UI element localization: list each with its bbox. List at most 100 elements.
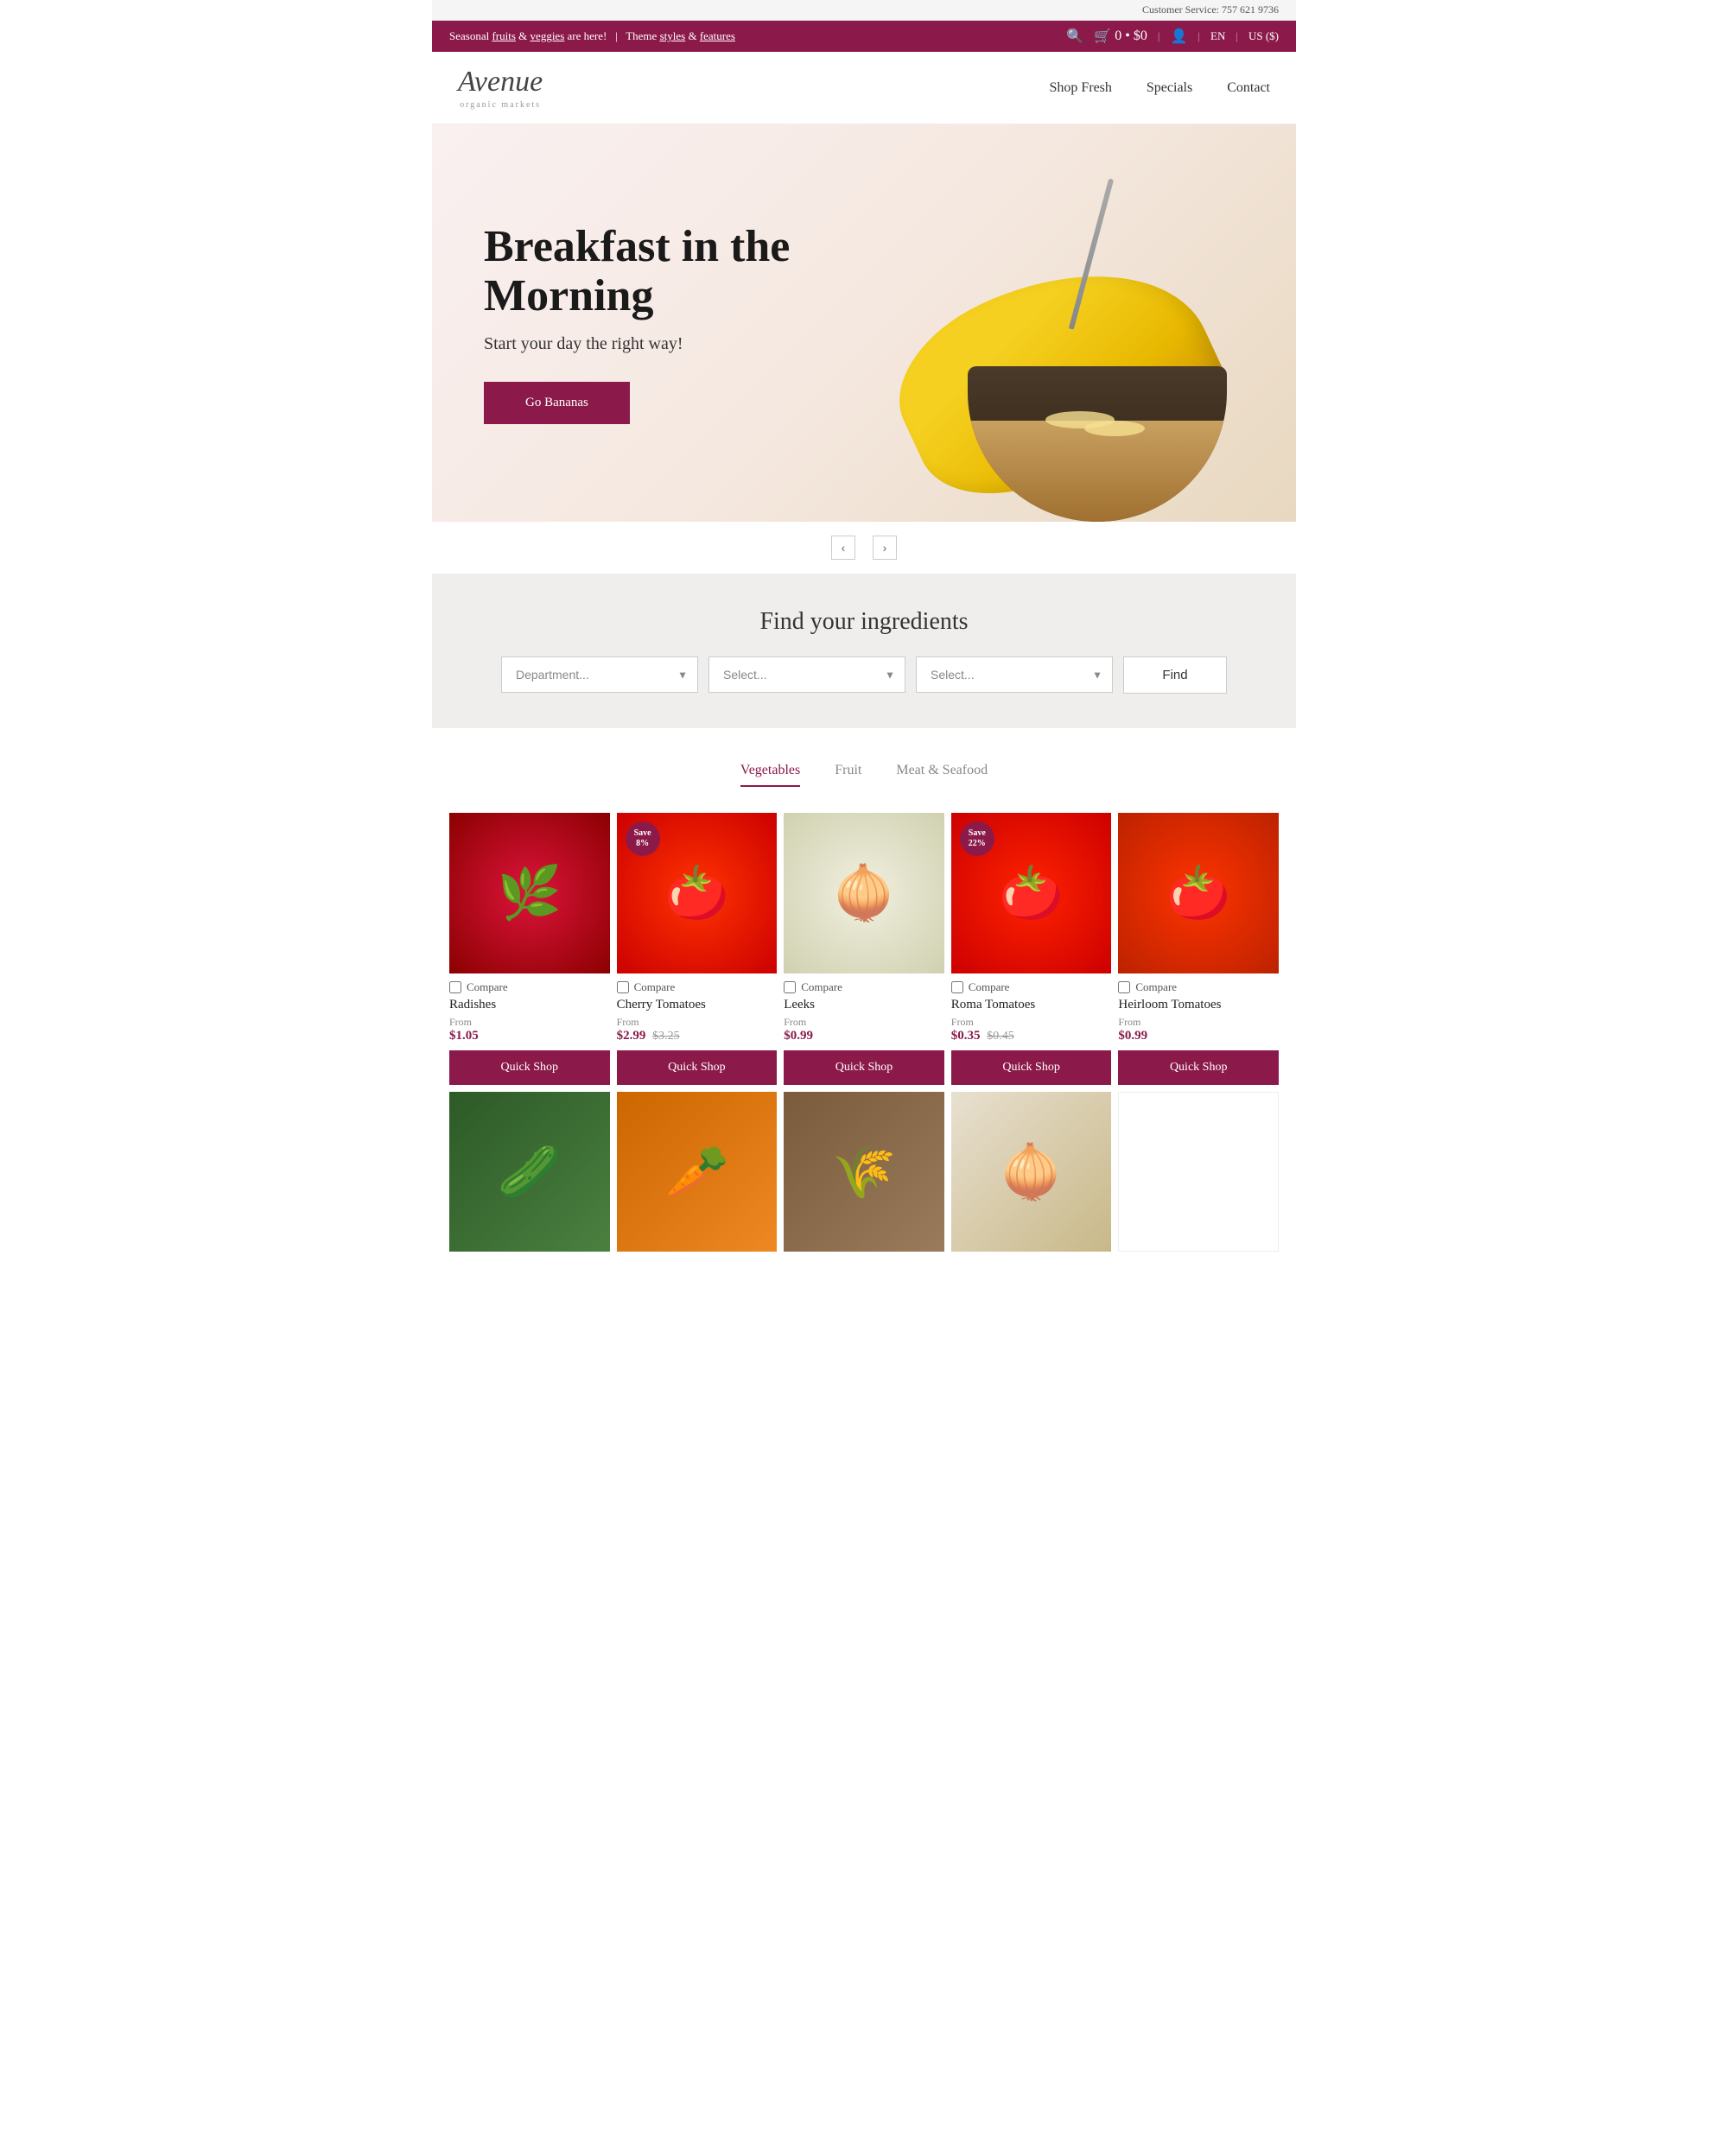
dept-select-wrapper: Department... ▼ [501,656,698,694]
subcategory-select[interactable]: Select... [916,656,1113,693]
account-icon[interactable]: 👤 [1170,28,1187,45]
theme-text: Theme [626,29,659,42]
announcement-bar: Seasonal fruits & veggies are here! | Th… [432,21,1296,52]
compare-label-leeks: Compare [801,980,842,994]
cart-icon[interactable]: 🛒 0 • $0 [1094,28,1147,45]
hero-subtitle: Start your day the right way! [484,334,864,354]
save-badge-cherry: Save8% [626,821,660,856]
product-image-row2-5 [1118,1092,1279,1252]
compare-checkbox-roma[interactable] [951,981,963,993]
customer-service-text: Customer Service: 757 621 9736 [1142,3,1279,16]
compare-row-heirloom: Compare [1118,973,1279,998]
hero-food-illustration [916,142,1296,522]
announcement-prefix: Seasonal [449,29,492,42]
hero-cta-button[interactable]: Go Bananas [484,382,630,424]
compare-label-cherry: Compare [634,980,676,994]
search-icon[interactable]: 🔍 [1066,28,1083,45]
product-card-row2-4: 🧅 [951,1092,1112,1252]
carousel-next-button[interactable]: › [873,536,897,560]
quick-shop-button-roma[interactable]: Quick Shop [951,1050,1112,1085]
compare-row-cherry: Compare [617,973,778,998]
compare-row-roma: Compare [951,973,1112,998]
features-link[interactable]: features [700,29,735,42]
product-image-heirloom: 🍅 [1118,813,1279,973]
compare-checkbox-radishes[interactable] [449,981,461,993]
products-section: Vegetables Fruit Meat & Seafood 🌿 Compar… [432,728,1296,1286]
product-card-heirloom: 🍅 Compare Heirloom Tomatoes From $0.99 Q… [1118,813,1279,1085]
header-divider3: | [1236,29,1238,43]
nav-contact[interactable]: Contact [1227,80,1270,96]
hero-image-area [916,124,1296,522]
tab-vegetables[interactable]: Vegetables [740,763,800,787]
product-card-radishes: 🌿 Compare Radishes From $1.05 Quick Shop [449,813,610,1085]
product-image-row2-4: 🧅 [951,1092,1112,1252]
compare-label-roma: Compare [969,980,1010,994]
fruits-link[interactable]: fruits [492,29,515,42]
product-price-cherry: $2.99 $3.25 [617,1029,778,1043]
product-image-row2-1: 🥒 [449,1092,610,1252]
hero-content: Breakfast in the Morning Start your day … [432,170,916,476]
category-select[interactable]: Select... [708,656,905,693]
lang-divider: | [1158,29,1160,43]
carousel-prev-button[interactable]: ‹ [831,536,855,560]
carousel-controls: ‹ › [432,522,1296,574]
product-tabs: Vegetables Fruit Meat & Seafood [449,763,1279,787]
find-title: Find your ingredients [449,608,1279,636]
lang-divider2: | [1198,29,1200,43]
product-from-cherry: From [617,1016,778,1029]
compare-checkbox-cherry[interactable] [617,981,629,993]
site-header: Avenue organic markets Shop Fresh Specia… [432,52,1296,124]
product-from-roma: From [951,1016,1112,1029]
main-nav: Shop Fresh Specials Contact [1049,80,1270,96]
product-image-cherry-tomatoes: Save8% 🍅 [617,813,778,973]
product-from-heirloom: From [1118,1016,1279,1029]
find-button[interactable]: Find [1123,656,1227,694]
product-name-leeks: Leeks [784,998,944,1012]
product-from-radishes: From [449,1016,610,1029]
quick-shop-button-leeks[interactable]: Quick Shop [784,1050,944,1085]
veggies-link[interactable]: veggies [530,29,565,42]
compare-label-heirloom: Compare [1135,980,1177,994]
compare-checkbox-leeks[interactable] [784,981,796,993]
bowl-shape [968,366,1227,522]
product-card-row2-1: 🥒 [449,1092,610,1252]
product-image-leeks: 🧅 [784,813,944,973]
product-image-roma: Save22% 🍅 [951,813,1112,973]
tab-meat-seafood[interactable]: Meat & Seafood [896,763,988,787]
product-price-leeks: $0.99 [784,1029,944,1043]
compare-row-radishes: Compare [449,973,610,998]
product-name-roma: Roma Tomatoes [951,998,1112,1012]
quick-shop-button-cherry[interactable]: Quick Shop [617,1050,778,1085]
quick-shop-button-radishes[interactable]: Quick Shop [449,1050,610,1085]
save-badge-roma: Save22% [960,821,994,856]
announcement-right-icons: 🔍 🛒 0 • $0 | 👤 | EN | US ($) [1066,28,1279,45]
product-card-cherry-tomatoes: Save8% 🍅 Compare Cherry Tomatoes From $2… [617,813,778,1085]
select3-wrapper: Select... ▼ [916,656,1113,694]
logo[interactable]: Avenue organic markets [458,66,543,110]
product-name-radishes: Radishes [449,998,610,1012]
product-price-heirloom: $0.99 [1118,1029,1279,1043]
product-card-roma: Save22% 🍅 Compare Roma Tomatoes From $0.… [951,813,1112,1085]
product-original-price-cherry: $3.25 [652,1030,680,1043]
tab-fruit[interactable]: Fruit [835,763,861,787]
announcement-text: Seasonal fruits & veggies are here! | Th… [449,29,735,43]
department-select[interactable]: Department... [501,656,698,693]
find-form: Department... ▼ Select... ▼ Select... ▼ … [501,656,1227,694]
compare-checkbox-heirloom[interactable] [1118,981,1130,993]
nav-specials[interactable]: Specials [1147,80,1192,96]
product-card-row2-2: 🥕 [617,1092,778,1252]
product-grid-row2: 🥒 🥕 🌾 🧅 [449,1092,1279,1252]
product-image-row2-2: 🥕 [617,1092,778,1252]
product-card-row2-5 [1118,1092,1279,1252]
product-name-cherry: Cherry Tomatoes [617,998,778,1012]
announcement-suffix: are here! [564,29,607,42]
styles-link[interactable]: styles [660,29,686,42]
nav-shop-fresh[interactable]: Shop Fresh [1049,80,1111,96]
language-selector[interactable]: EN [1210,29,1225,43]
product-name-heirloom: Heirloom Tomatoes [1118,998,1279,1012]
region-selector[interactable]: US ($) [1248,29,1279,43]
hero-title: Breakfast in the Morning [484,222,864,320]
product-from-leeks: From [784,1016,944,1029]
product-card-leeks: 🧅 Compare Leeks From $0.99 Quick Shop [784,813,944,1085]
quick-shop-button-heirloom[interactable]: Quick Shop [1118,1050,1279,1085]
